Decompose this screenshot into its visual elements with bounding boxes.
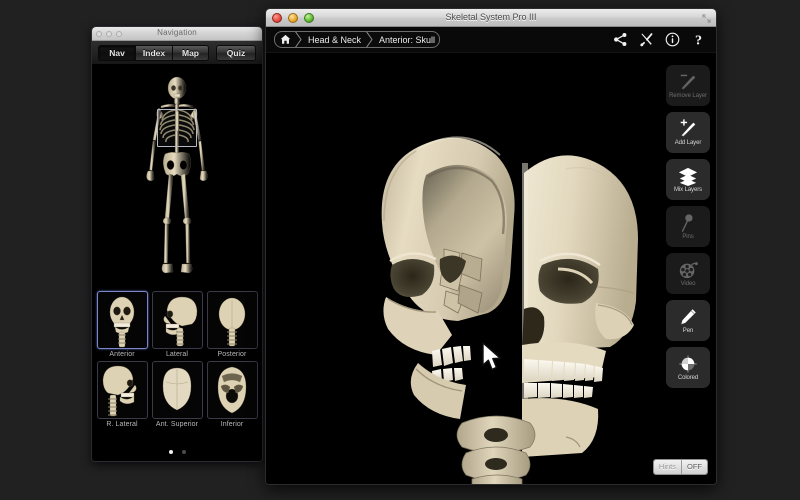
skull-anterior-superior-graphic [162,367,191,411]
skull-posterior-graphic [218,297,245,347]
thumbnail-inferior[interactable]: Inferior [206,361,258,428]
tab-map[interactable]: Map [172,44,209,61]
thumbnail-grid: Anterior Lateral Posterior R. Lateral An… [92,287,262,428]
skeleton-graphic [146,76,208,274]
tool-label: Pins [682,234,694,240]
layers-icon [678,167,698,186]
hints-label: Hints [653,460,682,474]
hints-state[interactable]: OFF [682,460,707,474]
thumbnail-frame[interactable] [206,361,258,419]
main-application-window: Skeletal System Pro III Head & Neck Ante… [265,8,717,485]
tool-label: Pen [682,328,694,334]
thumbnail-frame[interactable] [206,291,258,349]
app-toolbar: Head & Neck Anterior: Skull ? [266,27,716,53]
tool-label: Video [680,281,696,287]
pen-button[interactable]: Pen [666,300,710,341]
skull-lateral-graphic [163,296,197,347]
skull-anterior-graphic [109,296,134,348]
thumbnail-lateral[interactable]: Lateral [151,291,203,358]
skull-right-lateral-graphic [102,365,136,417]
tools-icon[interactable] [639,32,654,47]
navigation-window: Navigation Nav Index Map Quiz Anterior L… [91,26,263,462]
thumbnail-frame[interactable] [151,361,203,419]
split-skull-3d-model[interactable] [266,53,716,484]
page-dot-1[interactable] [168,450,173,454]
pins-button[interactable]: Pins [666,206,710,247]
navigation-window-title: Navigation [157,28,197,37]
lower-teeth-right [524,383,593,398]
navigation-toolbar: Nav Index Map Quiz [92,41,262,65]
desktop: Navigation Nav Index Map Quiz Anterior L… [0,0,800,500]
thumbnail-ant-superior[interactable]: Ant. Superior [151,361,203,428]
arrow-cursor [482,342,501,371]
thumbnail-label: Anterior [109,351,135,358]
svg-text:?: ? [695,33,702,47]
add-layer-button[interactable]: Add Layer [666,112,710,153]
scalpel-plus-icon [680,119,696,137]
colored-button[interactable]: Colored [666,347,710,388]
home-icon [280,34,291,44]
tool-label: Add Layer [674,140,702,146]
tool-label: Mix Layers [673,187,702,193]
thumbnail-label: Lateral [165,351,189,358]
breadcrumb-separator [294,32,302,47]
thumbnail-label: Inferior [220,421,244,428]
scalpel-minus-icon [680,74,696,90]
breadcrumb-item-view[interactable]: Anterior: Skull [373,32,439,47]
skull-right-half [522,155,638,457]
thumbnail-anterior[interactable]: Anterior [96,291,148,358]
breadcrumb-home[interactable] [275,32,294,47]
remove-layer-button[interactable]: Remove Layer [666,65,710,106]
thumbnail-r-lateral[interactable]: R. Lateral [96,361,148,428]
tool-label: Colored [677,375,699,381]
pencil-icon [681,309,696,325]
page-dot-2[interactable] [181,450,186,454]
breadcrumb[interactable]: Head & Neck Anterior: Skull [274,31,441,48]
breadcrumb-item-region[interactable]: Head & Neck [302,32,365,47]
quiz-button[interactable]: Quiz [216,44,256,61]
mix-layers-button[interactable]: Mix Layers [666,159,710,200]
navigation-tab-group: Nav Index Map [98,44,209,61]
navigation-titlebar[interactable]: Navigation [92,27,262,41]
tab-nav[interactable]: Nav [98,44,135,61]
skull-inferior-graphic [217,366,246,414]
tab-index[interactable]: Index [135,44,172,61]
model-viewport[interactable]: Remove Layer Add Layer Mix Layers Pins V… [266,53,716,484]
share-icon[interactable] [613,32,628,47]
fullscreen-icon[interactable] [702,14,711,23]
toolbar-actions: ? [613,32,708,47]
info-icon[interactable] [665,32,680,47]
head-neck-selection-box[interactable] [157,109,197,147]
tool-rail: Remove Layer Add Layer Mix Layers Pins V… [666,65,710,388]
film-reel-icon [679,262,698,279]
main-window-title: Skeletal System Pro III [445,12,537,22]
help-icon[interactable]: ? [691,32,706,47]
thumbnail-frame[interactable] [151,291,203,349]
page-indicator-dots[interactable] [92,450,262,454]
thumbnail-label: R. Lateral [106,421,138,428]
full-skeleton-figure[interactable] [92,65,262,287]
thumbnail-posterior[interactable]: Posterior [206,291,258,358]
hints-toggle[interactable]: Hints OFF [652,459,708,475]
navigation-body: Anterior Lateral Posterior R. Lateral An… [92,65,262,461]
tool-label: Remove Layer [669,93,707,99]
thumbnail-label: Ant. Superior [155,421,199,428]
video-button[interactable]: Video [666,253,710,294]
pin-icon [681,214,693,232]
breadcrumb-separator [365,32,373,47]
main-titlebar[interactable]: Skeletal System Pro III [266,9,716,27]
thumbnail-frame[interactable] [96,291,148,349]
thumbnail-frame[interactable] [96,361,148,419]
color-sphere-icon [679,355,697,373]
skull-left-half [381,136,515,419]
thumbnail-label: Posterior [217,351,247,358]
